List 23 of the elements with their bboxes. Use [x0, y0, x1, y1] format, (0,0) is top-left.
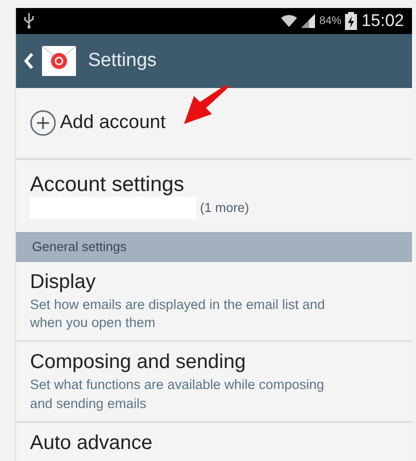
settings-item[interactable]: Composing and sending Set what functions are available while composing and sending emails: [16, 342, 412, 423]
item-title: Auto advance: [30, 430, 154, 455]
clock-time: 15:02: [361, 10, 404, 32]
plus-circle-icon: [30, 110, 56, 136]
settings-item[interactable]: Auto advance: [16, 422, 412, 461]
battery-charging-icon: [345, 12, 358, 30]
settings-item[interactable]: Display Set how emails are displayed in the email list and when you open them: [16, 262, 412, 342]
back-icon[interactable]: [24, 52, 34, 70]
item-description: Set how emails are displayed in the email list and when you open them: [30, 296, 326, 332]
item-title: Display: [30, 270, 97, 294]
item-title: Composing and sending: [30, 350, 247, 374]
email-app-icon: [42, 46, 76, 76]
battery-percentage: 84%: [319, 14, 342, 29]
section-header: General settings: [16, 232, 412, 262]
arrow-annotation: [184, 86, 230, 124]
more-count: (1 more): [200, 199, 250, 218]
wifi-icon: [281, 14, 298, 28]
signal-icon: [301, 14, 316, 28]
account-settings-item[interactable]: Account settings (1 more): [16, 160, 412, 232]
usb-icon: [24, 13, 34, 29]
screen-title: Settings: [88, 48, 157, 73]
item-description: Set what functions are available while composing and sending emails: [30, 376, 326, 413]
item-title: Account settings: [30, 172, 186, 198]
